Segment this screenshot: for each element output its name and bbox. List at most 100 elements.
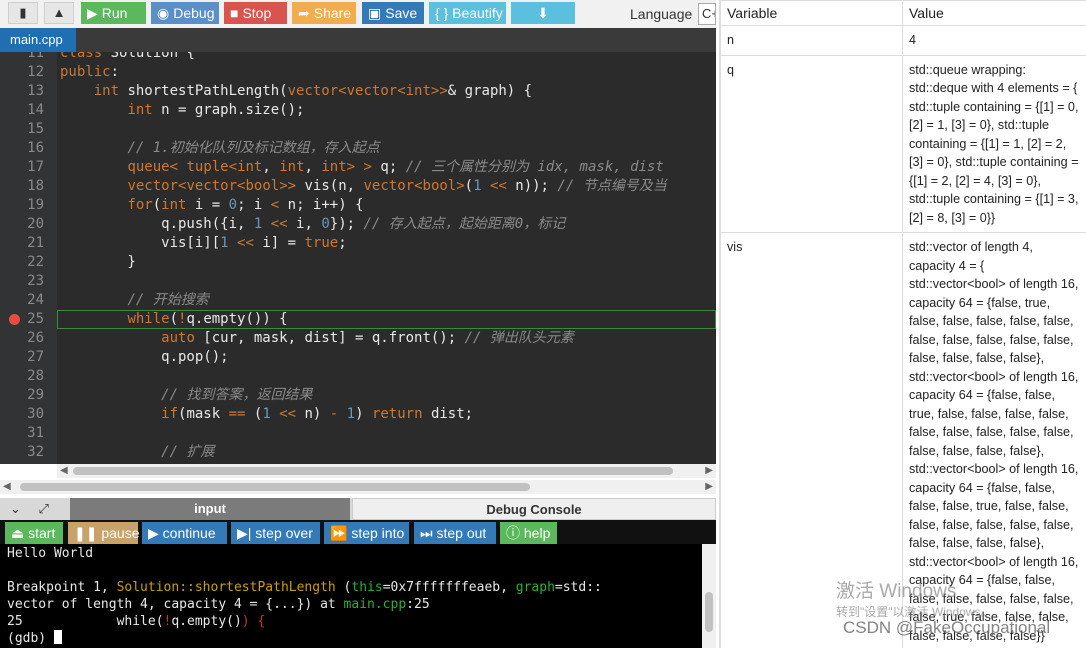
pause-button[interactable]: ❚❚ pause (68, 522, 140, 544)
code-line: 18 vector<vector<bool>> vis(n, vector<bo… (0, 177, 716, 196)
line-number[interactable]: 31 (0, 424, 44, 443)
share-button[interactable]: ➦ Share (292, 2, 356, 24)
line-number[interactable]: 23 (0, 272, 44, 291)
line-number[interactable]: 20 (0, 215, 44, 234)
code-line: 21 vis[i][1 << i] = true; (0, 234, 716, 253)
code-text: // 扩展 (161, 444, 215, 460)
line-number[interactable]: 28 (0, 367, 44, 386)
chevron-down-icon[interactable]: ⌄ (10, 501, 21, 516)
line-number[interactable]: 30 (0, 405, 44, 424)
scrollbar-thumb[interactable] (705, 592, 713, 632)
tab-input[interactable]: input (70, 498, 350, 520)
code-line: 27 q.pop(); (0, 348, 716, 367)
editor-tab-bar: main.cpp (0, 28, 716, 52)
upload-icon[interactable]: ▲ (44, 2, 74, 24)
debug-button[interactable]: ◉ Debug (151, 2, 219, 24)
code-text: vector<vector<bool>> vis(n, vector<bool>… (127, 178, 667, 194)
table-row: n 4 (720, 25, 1086, 56)
code-line: 31 (0, 424, 716, 443)
line-number[interactable]: 14 (0, 101, 44, 120)
variables-table: Variable Value n 4 q std::queue wrapping… (720, 0, 1086, 648)
code-line: 13 int shortestPathLength(vector<vector<… (0, 82, 716, 101)
language-select[interactable]: C++ (698, 3, 716, 25)
run-button[interactable]: ▶ Run (81, 2, 146, 24)
code-line: 25 while(!q.empty()) { (0, 310, 716, 329)
code-line: 29 // 找到答案，返回结果 (0, 386, 716, 405)
console-vertical-scrollbar[interactable] (702, 544, 716, 648)
scrollbar-thumb[interactable] (73, 467, 673, 475)
step-over-button[interactable]: ▶| step over (231, 522, 320, 544)
line-number[interactable]: 15 (0, 120, 44, 139)
step-out-icon: ⏭ (420, 525, 433, 541)
code-text: // 1.初始化队列及标记数组，存入起点 (127, 140, 380, 156)
scrollbar-thumb[interactable] (20, 483, 530, 491)
debug-console-output[interactable]: Hello World Breakpoint 1, Solution::shor… (0, 544, 716, 648)
stop-icon: ■ (230, 5, 239, 21)
page-horizontal-scrollbar[interactable]: ◀ ▶ (0, 480, 716, 494)
line-number[interactable]: 27 (0, 348, 44, 367)
start-button[interactable]: ⏏ start (5, 522, 63, 544)
bug-icon: ◉ (157, 5, 170, 21)
code-text: } (60, 254, 136, 270)
code-line: 16 // 1.初始化队列及标记数组，存入起点 (0, 139, 716, 158)
code-text: vis[i][1 << i] = true; (60, 235, 347, 251)
code-text: // 找到答案，返回结果 (161, 387, 313, 403)
variable-name: q (720, 54, 903, 233)
debug-controls: ⏏ start ❚❚ pause ▶ continue ▶| step over… (0, 520, 716, 544)
beautify-button[interactable]: { } Beautify (429, 2, 506, 24)
line-number[interactable]: 21 (0, 234, 44, 253)
line-number[interactable]: 25 (0, 310, 44, 329)
code-editor[interactable]: 11 class Solution {12 public: 13 int shorte… (0, 52, 716, 464)
scroll-left-icon[interactable]: ◀ (60, 465, 68, 476)
code-line: 20 q.push({i, 1 << i, 0}); // 存入起点，起始距离0… (0, 215, 716, 234)
line-number[interactable]: 16 (0, 139, 44, 158)
info-icon: ⓘ (506, 525, 520, 541)
line-number[interactable]: 11 (0, 52, 44, 63)
continue-button[interactable]: ▶ continue (142, 522, 227, 544)
line-number[interactable]: 32 (0, 443, 44, 462)
column-header-value: Value (902, 0, 1086, 26)
code-line: 30 if(mask == (1 << n) - 1) return dist; (0, 405, 716, 424)
code-text: int shortestPathLength(vector<vector<int… (93, 83, 533, 99)
panel-controls: ⌄ ⤢ (0, 498, 70, 520)
step-out-button[interactable]: ⏭ step out (414, 522, 496, 544)
code-line: 11 class Solution { (0, 52, 716, 63)
language-label: Language (630, 6, 693, 22)
scroll-right-icon[interactable]: ▶ (705, 465, 713, 476)
code-line: 22 } (0, 253, 716, 272)
play-icon: ▶ (148, 525, 159, 541)
table-header-row: Variable Value (720, 0, 1086, 26)
line-number[interactable]: 17 (0, 158, 44, 177)
expand-icon[interactable]: ⤢ (39, 501, 49, 516)
line-number[interactable]: 12 (0, 63, 44, 82)
variable-value: std::queue wrapping: std::deque with 4 e… (902, 54, 1086, 233)
tab-debug-console[interactable]: Debug Console (352, 498, 716, 520)
new-file-icon[interactable]: ▮ (8, 2, 38, 24)
code-text: q.push({i, 1 << i, 0}); // 存入起点，起始距离0，标记 (60, 216, 566, 232)
download-button[interactable]: ⬇ (511, 2, 575, 24)
code-line: 19 for(int i = 0; i < n; i++) { (0, 196, 716, 215)
code-line: 17 queue< tuple<int, int, int> > q; // 三… (0, 158, 716, 177)
step-into-button[interactable]: ⏩ step into (324, 522, 409, 544)
save-button[interactable]: ▣ Save (362, 2, 424, 24)
code-line: 23 (0, 272, 716, 291)
line-number[interactable]: 29 (0, 386, 44, 405)
scroll-right-icon[interactable]: ▶ (705, 481, 713, 492)
help-button[interactable]: ⓘ help (500, 522, 557, 544)
line-number[interactable]: 24 (0, 291, 44, 310)
line-number[interactable]: 26 (0, 329, 44, 348)
floppy-icon: ▣ (368, 5, 382, 21)
line-number[interactable]: 33 (0, 462, 44, 464)
line-number[interactable]: 22 (0, 253, 44, 272)
code-line: 26 auto [cur, mask, dist] = q.front(); /… (0, 329, 716, 348)
editor-horizontal-scrollbar[interactable]: ◀ ▶ (57, 464, 716, 478)
stop-button[interactable]: ■ Stop (224, 2, 287, 24)
tab-main-cpp[interactable]: main.cpp (0, 28, 76, 52)
line-number[interactable]: 18 (0, 177, 44, 196)
code-text: if(mask == (1 << n) - 1) return dist; (161, 406, 474, 422)
gdb-prompt[interactable]: (gdb) (7, 630, 62, 647)
line-number[interactable]: 13 (0, 82, 44, 101)
code-text: for(int i = 0; i < n; i++) { (127, 197, 364, 213)
line-number[interactable]: 19 (0, 196, 44, 215)
scroll-left-icon[interactable]: ◀ (3, 481, 11, 492)
